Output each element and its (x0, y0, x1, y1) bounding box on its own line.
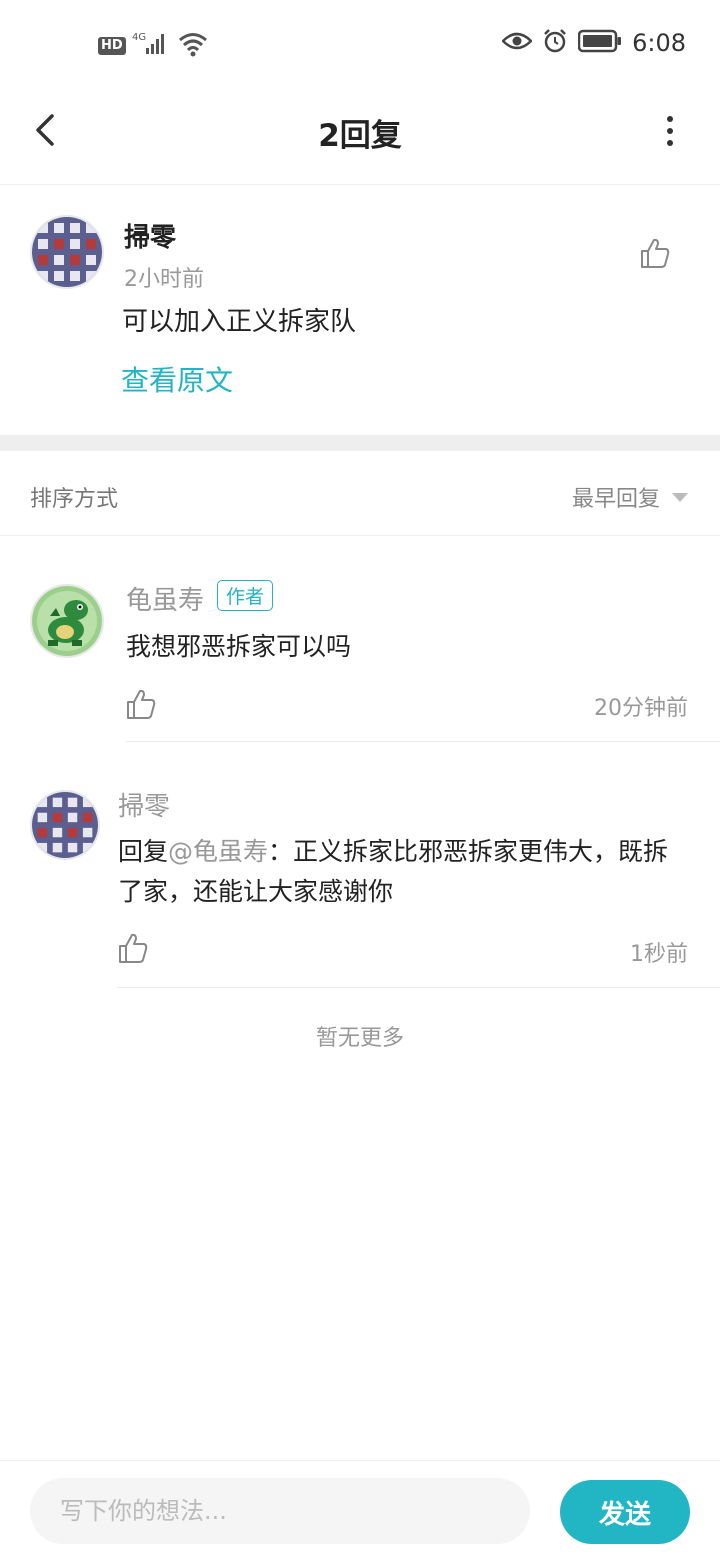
signal-icon: 4G (132, 30, 172, 62)
reply-author-name[interactable]: 掃零 (118, 786, 170, 823)
thumbs-up-icon (127, 689, 156, 719)
author-badge: 作者 (217, 580, 274, 611)
more-options-button[interactable] (660, 114, 680, 148)
avatar-image (32, 217, 102, 287)
reply-divider (118, 987, 720, 988)
avatar[interactable] (30, 215, 104, 289)
thumbs-up-icon (641, 238, 670, 268)
status-left: HD 4G (98, 30, 208, 62)
avatar-image (32, 586, 102, 656)
reply-detail-page: HD 4G 6:08 2回复 掃零 2小时前 可以加入正义拆家队 查看原文 排序… (0, 0, 720, 1560)
avatar[interactable] (30, 790, 100, 860)
wifi-icon (178, 31, 208, 61)
clock-time: 6:08 (632, 29, 686, 57)
reply-like-button[interactable] (126, 688, 156, 720)
status-right: 6:08 (501, 28, 686, 58)
reply-timestamp: 20分钟前 (594, 696, 688, 721)
post-text: 可以加入正义拆家队 (122, 307, 357, 337)
reply-like-button[interactable] (118, 932, 148, 964)
comment-composer: 发送 (0, 1460, 720, 1560)
view-original-link[interactable]: 查看原文 (121, 359, 233, 399)
mention-link[interactable]: @龟虽寿 (168, 837, 268, 866)
alarm-icon (542, 28, 568, 58)
thumbs-up-icon (119, 933, 148, 963)
post-timestamp: 2小时前 (124, 267, 204, 292)
reply-text: 我想邪恶拆家可以吗 (126, 632, 352, 661)
sort-selected-value: 最早回复 (571, 487, 660, 512)
send-button[interactable]: 发送 (560, 1480, 690, 1544)
sort-label: 排序方式 (30, 487, 119, 512)
network-label: 4G (132, 32, 146, 43)
original-comment: 掃零 2小时前 可以加入正义拆家队 查看原文 (0, 185, 720, 435)
reply-text: 回复@龟虽寿：正义拆家比邪恶拆家更伟大，既拆了家，还能让大家感谢你 (118, 832, 678, 912)
more-vertical-icon (667, 116, 673, 146)
reply-timestamp: 1秒前 (630, 942, 688, 967)
status-bar: HD 4G 6:08 (0, 0, 720, 88)
dropdown-triangle-icon (672, 492, 688, 502)
avatar[interactable] (30, 584, 104, 658)
avatar-image (32, 792, 98, 858)
reply-item: 龟虽寿 作者 我想邪恶拆家可以吗 20分钟前 (0, 536, 720, 742)
top-nav-bar: 2回复 (0, 88, 720, 185)
sort-bar: 排序方式 最早回复 (0, 451, 720, 536)
post-author-name[interactable]: 掃零 (124, 217, 176, 254)
sort-dropdown[interactable]: 最早回复 (572, 481, 688, 513)
reply-prefix: 回复 (118, 837, 169, 866)
post-like-button[interactable] (640, 237, 670, 269)
section-divider (0, 435, 720, 451)
comment-input[interactable] (30, 1478, 530, 1544)
hd-badge: HD (98, 37, 126, 55)
no-more-text: 暂无更多 (315, 1026, 404, 1051)
eye-icon (501, 31, 533, 55)
battery-icon (577, 29, 622, 57)
page-title: 2回复 (318, 118, 402, 154)
reply-author-name[interactable]: 龟虽寿 (126, 580, 204, 617)
reply-item: 掃零 回复@龟虽寿：正义拆家比邪恶拆家更伟大，既拆了家，还能让大家感谢你 1秒前 (0, 742, 720, 988)
